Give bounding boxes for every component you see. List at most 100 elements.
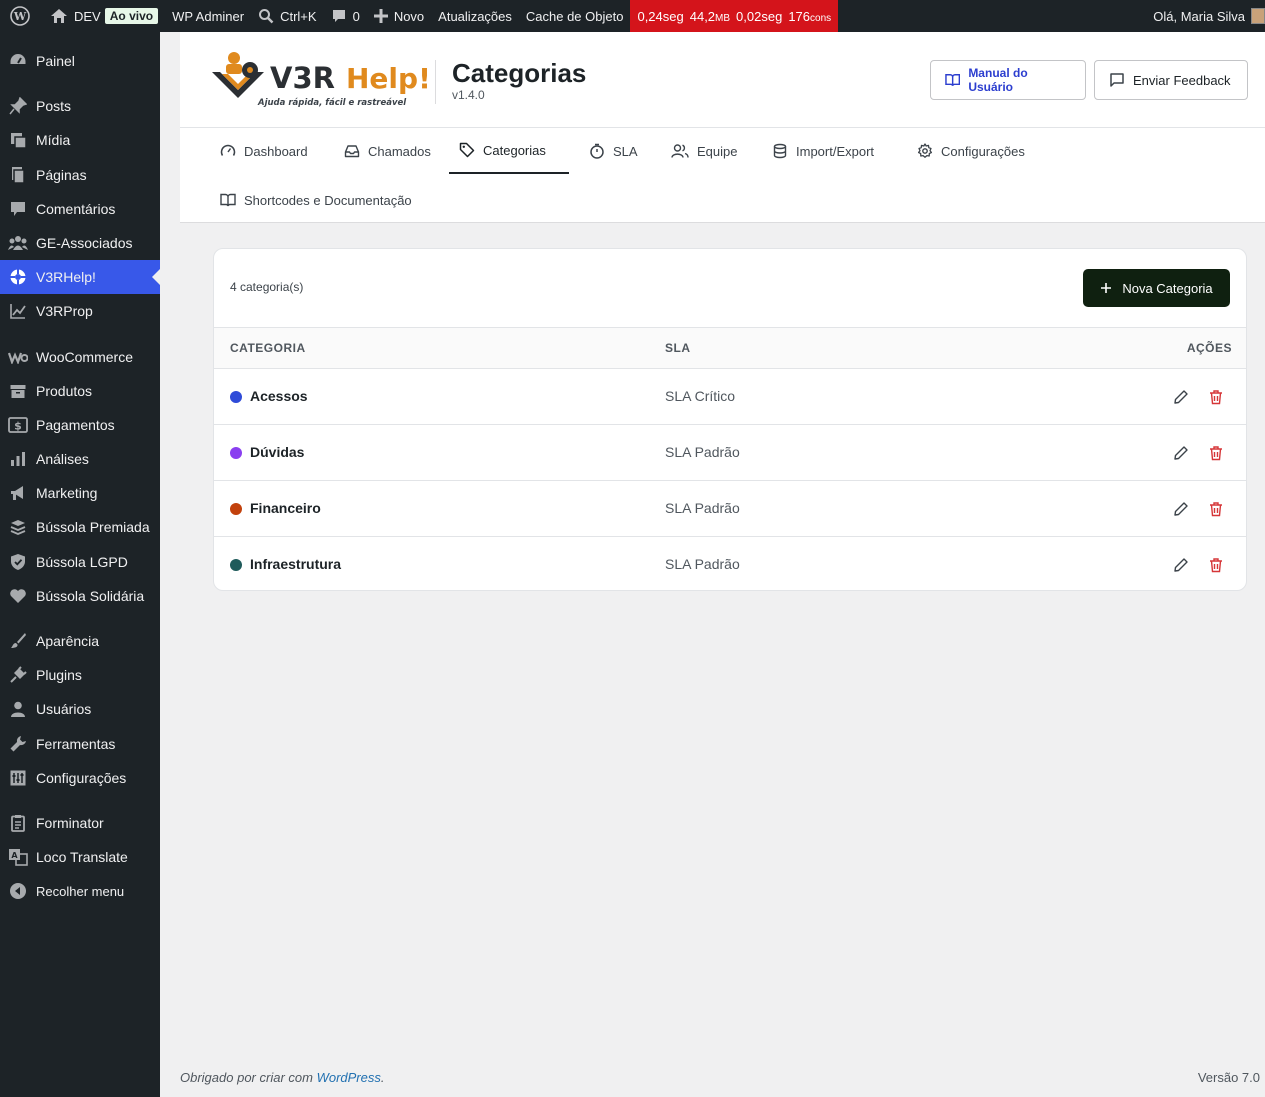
sidebar-item-aparencia[interactable]: Aparência (0, 624, 160, 658)
sidebar-item-pagamentos[interactable]: $ Pagamentos (0, 408, 160, 442)
sidebar-item-ge-associados[interactable]: GE-Associados (0, 226, 160, 260)
edit-category-button[interactable] (1171, 443, 1191, 463)
main-content: V3R Help! Ajuda rápida, fácil e rastreáv… (160, 32, 1265, 1032)
edit-category-button[interactable] (1171, 387, 1191, 407)
wp-version: Versão 7.0 (1197, 1070, 1260, 1085)
delete-category-button[interactable] (1206, 443, 1226, 463)
delete-category-button[interactable] (1206, 387, 1226, 407)
greeting: Olá, Maria Silva (1153, 8, 1245, 24)
media-icon (0, 131, 36, 149)
wrench-icon (0, 735, 36, 753)
sidebar-item-label: Bússola Premiada (36, 519, 150, 535)
sidebar-item-v3rhelp[interactable]: V3RHelp! (0, 260, 160, 294)
clipboard-icon (0, 814, 36, 832)
svg-text:V3R: V3R (270, 61, 335, 95)
sidebar-item-label: Pagamentos (36, 417, 115, 433)
woo-icon (0, 350, 36, 364)
gauge-icon (220, 144, 236, 156)
new-content-menu[interactable]: Novo (367, 0, 431, 32)
edit-category-button[interactable] (1171, 555, 1191, 575)
sidebar-item-marketing[interactable]: Marketing (0, 476, 160, 510)
sidebar-item-forminator[interactable]: Forminator (0, 806, 160, 840)
tab-shortcodes-documentacao[interactable]: Shortcodes e Documentação (210, 177, 422, 223)
plus-icon (1101, 283, 1112, 293)
sidebar-item-label: Mídia (36, 132, 71, 148)
sidebar-item-loco-translate[interactable]: A Loco Translate (0, 840, 160, 874)
plugin-header: V3R Help! Ajuda rápida, fácil e rastreáv… (180, 32, 1265, 128)
category-name: Financeiro (250, 500, 321, 516)
sidebar-item-produtos[interactable]: Produtos (0, 374, 160, 408)
sidebar-item-plugins[interactable]: Plugins (0, 658, 160, 692)
tab-dashboard[interactable]: Dashboard (210, 128, 318, 174)
sidebar-item-bussola-premiada[interactable]: Bússola Premiada (0, 510, 160, 544)
sidebar-item-usuarios[interactable]: Usuários (0, 692, 160, 726)
sidebar-item-label: Produtos (36, 383, 93, 399)
sidebar-item-label: V3RHelp! (36, 269, 96, 285)
new-category-label: Nova Categoria (1122, 280, 1213, 296)
site-name-menu[interactable]: DEV Ao vivo (43, 0, 165, 32)
trash-icon (1210, 390, 1222, 405)
column-header-category: CATEGORIA (230, 341, 306, 355)
sidebar-item-painel[interactable]: Painel (0, 44, 160, 78)
tab-categorias[interactable]: Categorias (449, 128, 569, 174)
tab-configuracoes[interactable]: Configurações (907, 128, 1035, 174)
sidebar-item-label: Bússola Solidária (36, 588, 145, 604)
sidebar-collapse-menu[interactable]: Recolher menu (0, 874, 160, 908)
user-manual-button[interactable]: Manual do Usuário (930, 60, 1086, 100)
sidebar-item-label: Marketing (36, 485, 98, 501)
sidebar-item-v3rprop[interactable]: V3RProp (0, 294, 160, 328)
sidebar-item-analises[interactable]: Análises (0, 442, 160, 476)
tab-label: SLA (613, 143, 638, 159)
pencil-icon (1174, 446, 1188, 460)
sidebar-item-comentarios[interactable]: Comentários (0, 192, 160, 226)
sidebar-item-posts[interactable]: Posts (0, 89, 160, 123)
category-sla: SLA Crítico (665, 388, 736, 404)
category-name: Acessos (250, 388, 308, 404)
sidebar-item-midia[interactable]: Mídia (0, 123, 160, 157)
updates-menu[interactable]: Atualizações (431, 0, 519, 32)
send-feedback-button[interactable]: Enviar Feedback (1094, 60, 1248, 100)
tab-equipe[interactable]: Equipe (661, 128, 747, 174)
category-color-dot (230, 447, 242, 459)
sidebar-item-paginas[interactable]: Páginas (0, 158, 160, 192)
tab-import-export[interactable]: Import/Export (762, 128, 884, 174)
book-open-icon (945, 74, 961, 87)
my-account-menu[interactable]: Olá, Maria Silva (1146, 0, 1265, 32)
tab-chamados[interactable]: Chamados (334, 128, 441, 174)
query-monitor-perf[interactable]: 0,24seg 44,2MB 0,02seg 176cons (630, 0, 839, 32)
plus-icon (373, 9, 388, 23)
sidebar-item-label: Posts (36, 98, 72, 114)
category-sla: SLA Padrão (665, 556, 740, 572)
sidebar-item-bussola-solidaria[interactable]: Bússola Solidária (0, 579, 160, 613)
sidebar-item-woocommerce[interactable]: WooCommerce (0, 340, 160, 374)
logo-mark-icon: V3R Help! Ajuda rápida, fácil e rastreáv… (212, 52, 431, 108)
tab-sla[interactable]: SLA (579, 128, 648, 174)
comments-menu[interactable]: 0 (324, 0, 367, 32)
sidebar-item-label: Usuários (36, 701, 92, 717)
trash-icon (1210, 446, 1222, 461)
tab-label: Chamados (368, 143, 431, 159)
tab-label: Dashboard (244, 143, 308, 159)
sidebar-item-bussola-lgpd[interactable]: Bússola LGPD (0, 545, 160, 579)
object-cache-menu[interactable]: Cache de Objeto (519, 0, 631, 32)
category-name: Infraestrutura (250, 556, 342, 572)
title-divider (435, 60, 436, 104)
trash-icon (1210, 502, 1222, 517)
new-category-button[interactable]: Nova Categoria (1083, 269, 1230, 307)
svg-text:A: A (11, 851, 18, 860)
wordpress-link[interactable]: WordPress (317, 1070, 381, 1085)
sidebar-item-label: Loco Translate (36, 849, 128, 865)
sidebar-item-label: Ferramentas (36, 736, 116, 752)
sidebar-item-ferramentas[interactable]: Ferramentas (0, 727, 160, 761)
table-header: CATEGORIA SLA AÇÕES (214, 327, 1246, 369)
avatar (1251, 8, 1265, 24)
category-sla: SLA Padrão (665, 500, 740, 516)
delete-category-button[interactable] (1206, 555, 1226, 575)
sidebar-item-configuracoes[interactable]: Configurações (0, 761, 160, 795)
search-shortcut[interactable]: Ctrl+K (251, 0, 323, 32)
tab-label: Shortcodes e Documentação (244, 192, 412, 208)
delete-category-button[interactable] (1206, 499, 1226, 519)
wp-logo-menu[interactable]: W (0, 0, 43, 32)
wp-adminer-link[interactable]: WP Adminer (165, 0, 251, 32)
edit-category-button[interactable] (1171, 499, 1191, 519)
